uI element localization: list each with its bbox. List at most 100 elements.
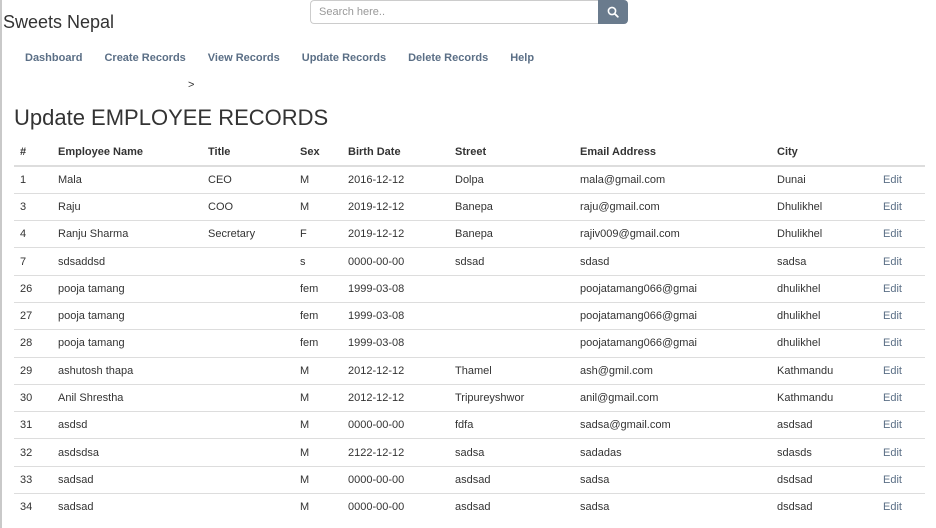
cell-title <box>202 356 294 385</box>
cell-street: fdfa <box>449 411 574 439</box>
nav-help[interactable]: Help <box>510 52 534 64</box>
table-row: 34 sadsad M 0000-00-00 asdsad sadsa dsdsad Edit <box>14 493 925 521</box>
cell-employee-name: pooja tamang <box>52 329 202 358</box>
cell-birth-date: 2016-12-12 <box>342 165 449 194</box>
search-icon <box>607 6 619 18</box>
cell-edit: Edit <box>877 493 925 521</box>
cell-email: sadsa <box>574 493 771 521</box>
cell-birth-date: 2019-12-12 <box>342 220 449 248</box>
table-row: 31 asdsd M 0000-00-00 fdfa sadsa@gmail.com asd… <box>14 411 925 439</box>
cell-title <box>202 247 294 276</box>
edit-link[interactable]: Edit <box>883 256 902 268</box>
edit-link[interactable]: Edit <box>883 447 902 459</box>
table-row: 27 pooja tamang fem 1999-03-08 poojatamang06… <box>14 301 925 330</box>
nav-dashboard[interactable]: Dashboard <box>25 52 82 64</box>
edit-link[interactable]: Edit <box>883 337 902 349</box>
cell-id: 32 <box>14 438 52 467</box>
edit-link[interactable]: Edit <box>883 310 902 322</box>
search-input[interactable] <box>310 0 598 24</box>
cell-sex: M <box>294 465 342 494</box>
cell-employee-name: Anil Shrestha <box>52 383 202 412</box>
edit-link[interactable]: Edit <box>883 501 902 513</box>
cell-street: sadsa <box>449 438 574 467</box>
cell-title <box>202 493 294 521</box>
cell-employee-name: Raju <box>52 192 202 221</box>
cell-sex: M <box>294 383 342 412</box>
column-header-city: City <box>771 139 877 167</box>
nav-create-records[interactable]: Create Records <box>104 52 185 64</box>
edit-link[interactable]: Edit <box>883 283 902 295</box>
cell-id: 33 <box>14 465 52 494</box>
search-form <box>310 0 628 24</box>
cell-city: Kathmandu <box>771 356 877 385</box>
cell-employee-name: Ranju Sharma <box>52 220 202 248</box>
cell-edit: Edit <box>877 438 925 467</box>
cell-edit: Edit <box>877 301 925 330</box>
edit-link[interactable]: Edit <box>883 474 902 486</box>
cell-birth-date: 0000-00-00 <box>342 247 449 276</box>
cell-city: dsdsad <box>771 465 877 494</box>
cell-email: mala@gmail.com <box>574 165 771 194</box>
cell-email: poojatamang066@gmai <box>574 274 771 303</box>
cell-id: 4 <box>14 220 52 248</box>
cell-sex: fem <box>294 329 342 358</box>
cell-sex: fem <box>294 274 342 303</box>
cell-edit: Edit <box>877 247 925 276</box>
page-title: Update EMPLOYEE RECORDS <box>14 105 329 130</box>
column-header-street: Street <box>449 139 574 167</box>
column-header-title: Title <box>202 139 294 167</box>
edit-link[interactable]: Edit <box>883 228 902 240</box>
cell-edit: Edit <box>877 465 925 494</box>
cell-edit: Edit <box>877 220 925 248</box>
edit-link[interactable]: Edit <box>883 365 902 377</box>
cell-id: 31 <box>14 411 52 439</box>
cell-birth-date: 2012-12-12 <box>342 383 449 412</box>
cell-sex: M <box>294 493 342 521</box>
column-header-email: Email Address <box>574 139 771 167</box>
nav-update-records[interactable]: Update Records <box>302 52 386 64</box>
cell-city: Dunai <box>771 165 877 194</box>
cell-id: 1 <box>14 165 52 194</box>
cell-email: sadadas <box>574 438 771 467</box>
cell-birth-date: 0000-00-00 <box>342 465 449 494</box>
column-header-sex: Sex <box>294 139 342 167</box>
cell-id: 28 <box>14 329 52 358</box>
cell-sex: M <box>294 411 342 439</box>
cell-email: rajiv009@gmail.com <box>574 220 771 248</box>
cell-street: asdsad <box>449 465 574 494</box>
column-header-actions <box>877 139 925 167</box>
main-nav: Dashboard Create Records View Records Up… <box>25 52 556 64</box>
cell-id: 34 <box>14 493 52 521</box>
cell-title: CEO <box>202 165 294 194</box>
cell-title <box>202 465 294 494</box>
cell-title <box>202 274 294 303</box>
nav-view-records[interactable]: View Records <box>208 52 280 64</box>
edit-link[interactable]: Edit <box>883 201 902 213</box>
cell-id: 30 <box>14 383 52 412</box>
table-row: 4 Ranju Sharma Secretary F 2019-12-12 Banepa r… <box>14 220 925 248</box>
edit-link[interactable]: Edit <box>883 392 902 404</box>
edit-link[interactable]: Edit <box>883 419 902 431</box>
nav-delete-records[interactable]: Delete Records <box>408 52 488 64</box>
cell-email: anil@gmail.com <box>574 383 771 412</box>
edit-link[interactable]: Edit <box>883 174 902 186</box>
table-row: 26 pooja tamang fem 1999-03-08 poojatamang06… <box>14 274 925 303</box>
cell-employee-name: asdsdsa <box>52 438 202 467</box>
table-row: 32 asdsdsa M 2122-12-12 sadsa sadadas sdasds Ed… <box>14 438 925 467</box>
table-body: 1 Mala CEO M 2016-12-12 Dolpa mala@gmail.com Du… <box>14 165 925 521</box>
brand-title[interactable]: Sweets Nepal <box>3 12 114 33</box>
cell-employee-name: sdsaddsd <box>52 247 202 276</box>
search-button[interactable] <box>598 0 628 24</box>
cell-employee-name: asdsd <box>52 411 202 439</box>
cell-email: ash@gmil.com <box>574 356 771 385</box>
cell-id: 3 <box>14 192 52 221</box>
cell-email: sadsa@gmail.com <box>574 411 771 439</box>
cell-city: dhulikhel <box>771 301 877 330</box>
cell-edit: Edit <box>877 274 925 303</box>
cell-street: Banepa <box>449 220 574 248</box>
cell-sex: s <box>294 247 342 276</box>
cell-id: 7 <box>14 247 52 276</box>
cell-city: sadsa <box>771 247 877 276</box>
cell-id: 26 <box>14 274 52 303</box>
cell-street: Banepa <box>449 192 574 221</box>
